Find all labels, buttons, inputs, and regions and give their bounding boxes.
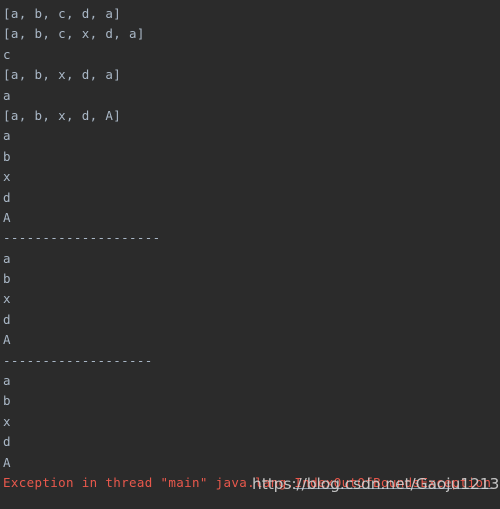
console-line: x (3, 291, 11, 307)
console-line: b (3, 148, 11, 164)
console-line: d (3, 434, 11, 450)
console-line: d (3, 311, 11, 327)
console-line: [a, b, c, d, a] (3, 6, 122, 21)
console-line: [a, b, c, x, d, a] (3, 26, 145, 42)
console-line: b (3, 393, 11, 409)
console-line: [a, b, x, d, A] (3, 107, 122, 123)
console-line: A (3, 209, 11, 225)
console-line: A (3, 454, 11, 470)
console-output-panel[interactable]: [a, b, c, d, a] [a, b, c, x, d, a] c [a,… (0, 0, 500, 509)
console-line: a (3, 250, 11, 266)
exception-class-link[interactable]: IndexOutOfBoundsException (294, 475, 491, 490)
console-separator-line: -------------------- (3, 230, 161, 246)
console-line: x (3, 169, 11, 185)
exception-line: Exception in thread "main" java.lang.Ind… (3, 473, 500, 493)
exception-message-prefix: Exception in thread "main" java.lang. (3, 474, 295, 490)
console-line: A (3, 332, 11, 348)
console-line: b (3, 271, 11, 287)
console-line: c (3, 46, 11, 62)
console-line: a (3, 373, 11, 389)
console-line: [a, b, x, d, a] (3, 67, 122, 83)
console-line: x (3, 413, 11, 429)
console-line: d (3, 189, 11, 205)
console-separator-line: ------------------- (3, 352, 153, 368)
console-line: a (3, 87, 11, 103)
console-line: a (3, 128, 11, 144)
